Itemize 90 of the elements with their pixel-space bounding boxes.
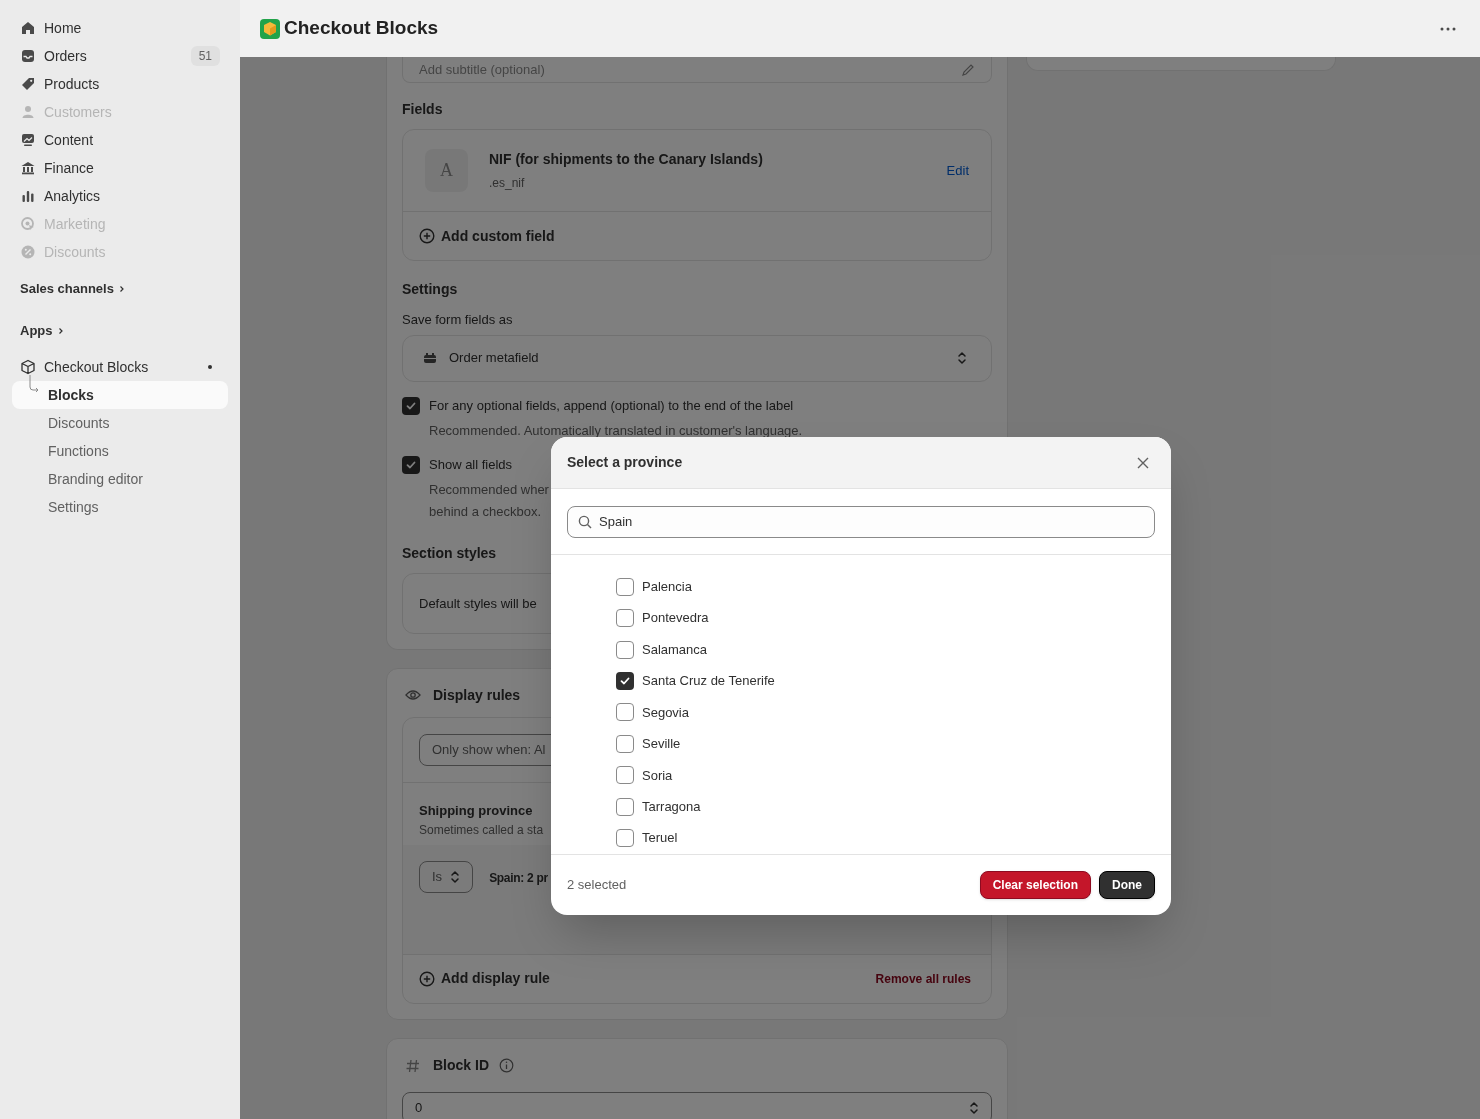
target-icon bbox=[20, 216, 36, 232]
checkbox[interactable] bbox=[402, 455, 420, 474]
field-label: Save form fields as bbox=[402, 311, 514, 329]
nav-item[interactable]: Home bbox=[12, 14, 228, 42]
province-option[interactable]: Teruel bbox=[616, 822, 1171, 854]
checkbox[interactable] bbox=[616, 734, 634, 753]
checkbox[interactable] bbox=[616, 766, 634, 785]
home-icon bbox=[20, 20, 36, 36]
checkbox[interactable] bbox=[616, 672, 634, 691]
checkbox[interactable] bbox=[616, 797, 634, 816]
checkbox-label: For any optional fields, append (optional) to the end of the label bbox=[429, 396, 795, 415]
person-icon bbox=[20, 104, 36, 120]
rule-title: Shipping province bbox=[419, 802, 533, 820]
nav-item[interactable]: Analytics bbox=[12, 182, 228, 210]
close-icon bbox=[1137, 456, 1149, 469]
help-text: Recommended wher bbox=[429, 481, 549, 499]
image-icon bbox=[20, 132, 36, 148]
card-title: Block ID bbox=[433, 1056, 489, 1075]
app-logo-icon bbox=[260, 18, 280, 39]
subnav-item[interactable]: Branding editor bbox=[12, 465, 228, 493]
stepper-icon bbox=[969, 1100, 979, 1115]
checkbox[interactable] bbox=[616, 609, 634, 628]
add-field-button[interactable]: Add custom field bbox=[403, 212, 571, 260]
pencil-icon bbox=[961, 62, 975, 77]
checkbox[interactable] bbox=[616, 703, 634, 722]
selection-count: 2 selected bbox=[567, 876, 627, 895]
tag-icon bbox=[20, 76, 36, 92]
bank-icon bbox=[20, 160, 36, 176]
nav-item[interactable]: Finance bbox=[12, 154, 228, 182]
nav-item[interactable]: Content bbox=[12, 126, 228, 154]
clear-selection-button[interactable]: Clear selection bbox=[979, 871, 1091, 899]
search-field[interactable]: Spain bbox=[567, 506, 1155, 538]
rule-value: Spain: 2 pr bbox=[489, 869, 548, 887]
subnav-item[interactable]: Settings bbox=[12, 493, 228, 521]
page-title: Checkout Blocks bbox=[284, 16, 439, 41]
chevron-right-icon bbox=[117, 285, 126, 293]
section-heading: Section styles bbox=[402, 544, 498, 563]
section-link[interactable]: Apps bbox=[12, 317, 228, 345]
checkbox[interactable] bbox=[616, 577, 634, 596]
checkbox[interactable] bbox=[402, 396, 420, 415]
field-name: NIF (for shipments to the Canary Islands) bbox=[489, 150, 763, 169]
plus-circle-icon bbox=[419, 970, 435, 987]
checkbox[interactable] bbox=[616, 829, 634, 848]
section-heading: Settings bbox=[402, 280, 459, 299]
nav-item[interactable]: Products bbox=[12, 70, 228, 98]
dialog-title: Select a province bbox=[567, 453, 683, 472]
help-text: Recommended. Automatically translated in customer's language. bbox=[429, 422, 803, 440]
info-text: Default styles will be bbox=[419, 594, 537, 613]
section-heading: Fields bbox=[402, 100, 444, 119]
help-text: behind a checkbox. bbox=[429, 502, 543, 521]
field-key: .es_nif bbox=[489, 174, 763, 192]
inbox-icon bbox=[20, 48, 36, 64]
subnav-item[interactable]: Discounts bbox=[12, 409, 228, 437]
checkbox[interactable] bbox=[616, 640, 634, 659]
province-option[interactable]: Soria bbox=[616, 759, 1171, 792]
province-option[interactable]: Segovia bbox=[616, 696, 1171, 729]
nav-item[interactable]: Orders 51 bbox=[12, 42, 228, 70]
select-arrows-icon bbox=[957, 351, 967, 365]
app-item[interactable]: Checkout Blocks bbox=[12, 353, 228, 381]
select-field[interactable]: Order metafield bbox=[402, 334, 992, 382]
subnav-item[interactable]: Functions bbox=[12, 437, 228, 465]
discount-icon bbox=[20, 244, 36, 260]
card-title: Display rules bbox=[433, 685, 521, 705]
remove-rules-link[interactable]: Remove all rules bbox=[875, 969, 971, 988]
plus-circle-icon bbox=[419, 228, 435, 244]
add-rule-button[interactable]: Add display rule bbox=[419, 968, 550, 989]
province-option[interactable]: Palencia bbox=[616, 571, 1171, 603]
tree-arrow-icon bbox=[27, 375, 41, 395]
chevron-right-icon bbox=[56, 327, 65, 335]
province-option[interactable]: Santa Cruz de Tenerife bbox=[616, 665, 1171, 697]
province-option[interactable]: Seville bbox=[616, 728, 1171, 760]
province-option[interactable]: Pontevedra bbox=[616, 602, 1171, 634]
province-option[interactable]: Tarragona bbox=[616, 791, 1171, 823]
folder-icon bbox=[423, 352, 437, 364]
rule-help: Sometimes called a sta bbox=[419, 821, 544, 839]
count-badge: 51 bbox=[190, 46, 220, 66]
block-id-input[interactable]: 0 bbox=[402, 1091, 992, 1119]
info-icon bbox=[499, 1058, 514, 1073]
search-icon bbox=[578, 515, 592, 529]
select-arrows-icon bbox=[450, 869, 461, 884]
done-button[interactable]: Done bbox=[1099, 871, 1155, 899]
bar-chart-icon bbox=[20, 188, 36, 204]
eye-icon bbox=[405, 689, 421, 701]
checkbox-label: Show all fields bbox=[429, 455, 514, 474]
hash-icon bbox=[405, 1057, 421, 1074]
subnav-item[interactable]: Blocks bbox=[12, 381, 228, 409]
more-icon bbox=[1440, 26, 1456, 31]
province-option[interactable]: Salamanca bbox=[616, 633, 1171, 666]
cube-icon bbox=[20, 359, 36, 375]
section-link[interactable]: Sales channels bbox=[12, 275, 228, 303]
